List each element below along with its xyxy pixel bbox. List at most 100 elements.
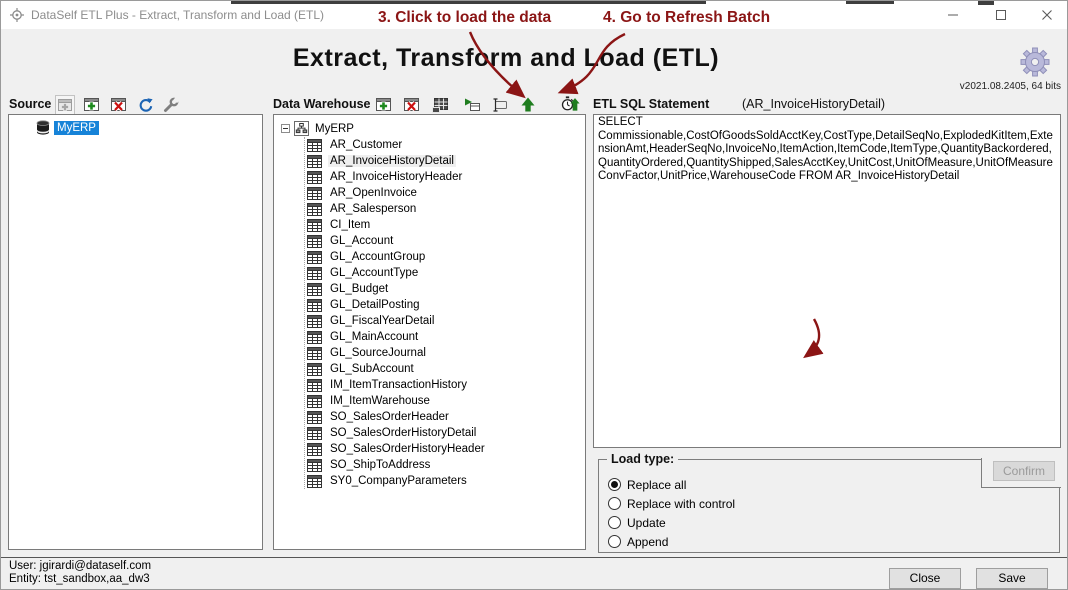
screen-artifact bbox=[846, 1, 894, 4]
table-name-label: GL_DetailPosting bbox=[328, 299, 422, 311]
table-name-label: GL_FiscalYearDetail bbox=[328, 315, 436, 327]
table-icon bbox=[307, 347, 322, 360]
wrench-icon[interactable] bbox=[161, 95, 181, 115]
table-icon bbox=[307, 251, 322, 264]
save-button[interactable]: Save bbox=[976, 568, 1048, 589]
table-row[interactable]: GL_SubAccount bbox=[305, 361, 487, 377]
table-name-label: GL_AccountGroup bbox=[328, 251, 427, 263]
rename-column-icon[interactable] bbox=[490, 95, 510, 115]
load-type-option[interactable]: Append bbox=[608, 532, 735, 551]
table-icon bbox=[307, 219, 322, 232]
table-row[interactable]: AR_InvoiceHistoryHeader bbox=[305, 169, 487, 185]
table-icon bbox=[307, 411, 322, 424]
load-type-option[interactable]: Update bbox=[608, 513, 735, 532]
radio-icon[interactable] bbox=[608, 478, 621, 491]
source-item-label: MyERP bbox=[54, 121, 99, 135]
table-row[interactable]: AR_Customer bbox=[305, 137, 487, 153]
table-icon bbox=[307, 267, 322, 280]
etl-window: DataSelf ETL Plus - Extract, Transform a… bbox=[0, 0, 1068, 590]
load-data-icon[interactable] bbox=[518, 94, 538, 114]
table-name-label: AR_OpenInvoice bbox=[328, 187, 419, 199]
warehouse-tree-panel: MyERP AR_Customer bbox=[273, 114, 586, 550]
close-button[interactable]: Close bbox=[889, 568, 961, 589]
table-row[interactable]: IM_ItemTransactionHistory bbox=[305, 377, 487, 393]
table-icon bbox=[307, 427, 322, 440]
table-row[interactable]: SO_SalesOrderHistoryHeader bbox=[305, 441, 487, 457]
table-name-label: GL_AccountType bbox=[328, 267, 420, 279]
sql-statement-editor[interactable]: SELECT Commissionable,CostOfGoodsSoldAcc… bbox=[593, 114, 1061, 448]
table-name-label: AR_Salesperson bbox=[328, 203, 418, 215]
table-name-label: IM_ItemWarehouse bbox=[328, 395, 432, 407]
table-row[interactable]: SY0_CompanyParameters bbox=[305, 473, 487, 489]
table-name-label: SY0_CompanyParameters bbox=[328, 475, 469, 487]
table-name-label: GL_SubAccount bbox=[328, 363, 416, 375]
table-row[interactable]: AR_OpenInvoice bbox=[305, 185, 487, 201]
table-row[interactable]: GL_FiscalYearDetail bbox=[305, 313, 487, 329]
source-tree-panel: MyERP bbox=[8, 114, 263, 550]
user-label: User: jgirardi@dataself.com bbox=[9, 560, 151, 572]
refresh-batch-icon[interactable] bbox=[560, 93, 580, 113]
load-type-option[interactable]: Replace with control bbox=[608, 494, 735, 513]
table-row[interactable]: AR_InvoiceHistoryDetail bbox=[305, 153, 487, 169]
app-icon bbox=[9, 7, 25, 23]
warehouse-tree-root[interactable]: MyERP bbox=[281, 120, 354, 137]
table-name-label: AR_InvoiceHistoryDetail bbox=[328, 155, 456, 167]
table-row[interactable]: CI_Item bbox=[305, 217, 487, 233]
annotation-step4: 4. Go to Refresh Batch bbox=[603, 8, 770, 27]
window-title: DataSelf ETL Plus - Extract, Transform a… bbox=[31, 8, 324, 22]
table-name-label: GL_Account bbox=[328, 235, 395, 247]
page-title: Extract, Transform and Load (ETL) bbox=[101, 44, 911, 73]
load-type-option[interactable]: Replace all bbox=[608, 475, 735, 494]
add-table-icon[interactable] bbox=[373, 95, 393, 115]
radio-icon[interactable] bbox=[608, 535, 621, 548]
table-name-label: AR_Customer bbox=[328, 139, 404, 151]
table-row[interactable]: GL_Budget bbox=[305, 281, 487, 297]
table-row[interactable]: SO_SalesOrderHistoryDetail bbox=[305, 425, 487, 441]
table-icon bbox=[307, 299, 322, 312]
version-label: v2021.08.2405, 64 bits bbox=[960, 81, 1061, 92]
table-row[interactable]: GL_MainAccount bbox=[305, 329, 487, 345]
collapse-expander-icon[interactable] bbox=[281, 124, 290, 133]
run-table-icon[interactable] bbox=[462, 95, 482, 115]
radio-icon[interactable] bbox=[608, 516, 621, 529]
close-window-button[interactable] bbox=[1025, 1, 1068, 29]
radio-icon[interactable] bbox=[608, 497, 621, 510]
annotation-step3: 3. Click to load the data bbox=[378, 8, 551, 27]
add-source-disabled-icon[interactable] bbox=[55, 95, 75, 115]
add-source-icon[interactable] bbox=[81, 95, 101, 115]
view-table-data-icon[interactable] bbox=[430, 95, 450, 115]
table-row[interactable]: AR_Salesperson bbox=[305, 201, 487, 217]
table-row[interactable]: GL_AccountGroup bbox=[305, 249, 487, 265]
gear-icon[interactable] bbox=[1019, 46, 1051, 78]
table-name-label: SO_SalesOrderHeader bbox=[328, 411, 451, 423]
table-row[interactable]: IM_ItemWarehouse bbox=[305, 393, 487, 409]
refresh-source-icon[interactable] bbox=[135, 95, 155, 115]
table-row[interactable]: SO_SalesOrderHeader bbox=[305, 409, 487, 425]
database-icon bbox=[35, 120, 51, 136]
table-icon bbox=[307, 475, 322, 488]
table-icon bbox=[307, 363, 322, 376]
minimize-button[interactable] bbox=[931, 1, 975, 29]
table-row[interactable]: GL_Account bbox=[305, 233, 487, 249]
footer-divider bbox=[1, 557, 1068, 558]
radio-label: Replace all bbox=[627, 478, 686, 492]
table-row[interactable]: GL_DetailPosting bbox=[305, 297, 487, 313]
delete-table-icon[interactable] bbox=[401, 95, 421, 115]
warehouse-root-label: MyERP bbox=[313, 123, 354, 135]
table-icon bbox=[307, 315, 322, 328]
table-icon bbox=[307, 235, 322, 248]
delete-source-icon[interactable] bbox=[108, 95, 128, 115]
table-icon bbox=[307, 203, 322, 216]
table-row[interactable]: SO_ShipToAddress bbox=[305, 457, 487, 473]
table-row[interactable]: GL_SourceJournal bbox=[305, 345, 487, 361]
table-icon bbox=[307, 171, 322, 184]
table-name-label: SO_ShipToAddress bbox=[328, 459, 432, 471]
table-name-label: IM_ItemTransactionHistory bbox=[328, 379, 469, 391]
table-name-label: SO_SalesOrderHistoryDetail bbox=[328, 427, 478, 439]
source-tree-item-myerp[interactable]: MyERP bbox=[35, 119, 99, 136]
maximize-button[interactable] bbox=[979, 1, 1023, 29]
warehouse-table-list: AR_Customer AR_InvoiceHistoryDetail bbox=[304, 137, 487, 489]
sql-panel-label: ETL SQL Statement bbox=[593, 97, 709, 111]
confirm-button[interactable]: Confirm bbox=[993, 461, 1055, 481]
table-row[interactable]: GL_AccountType bbox=[305, 265, 487, 281]
